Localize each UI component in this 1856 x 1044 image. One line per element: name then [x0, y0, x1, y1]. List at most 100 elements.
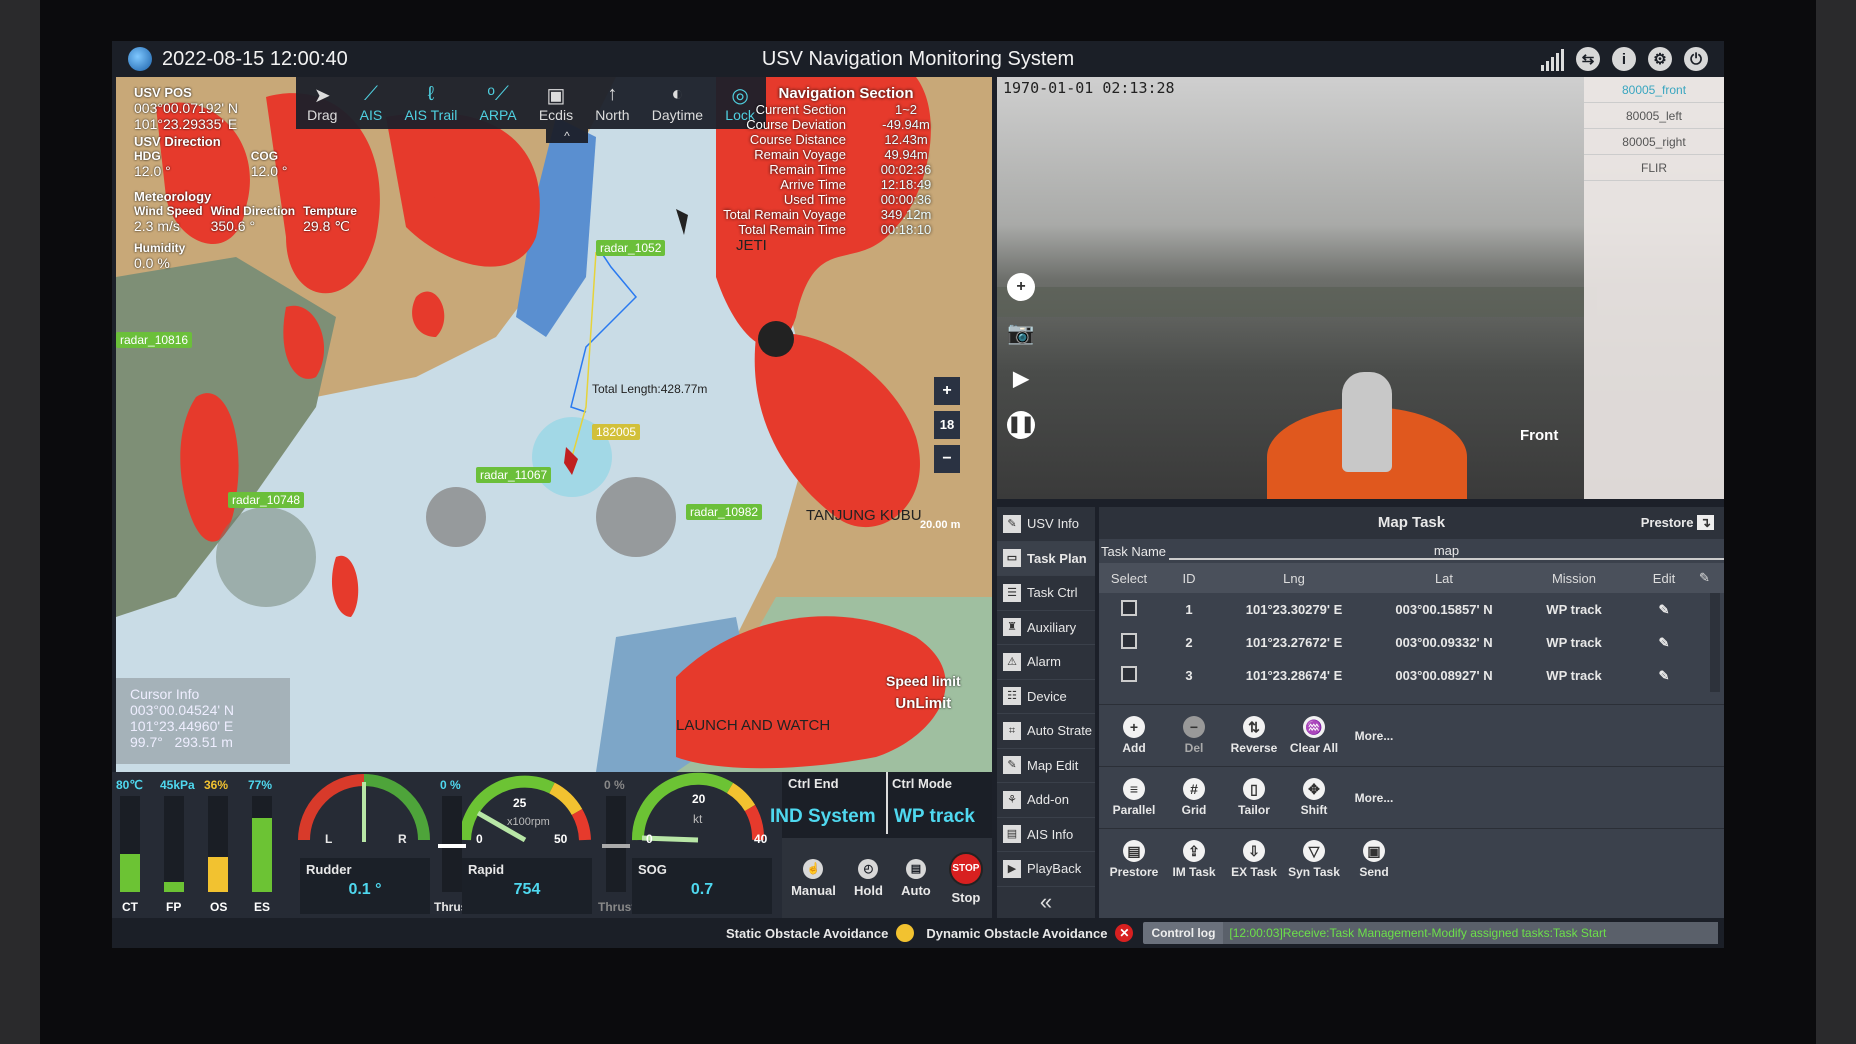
- table-scrollbar[interactable]: [1710, 593, 1720, 692]
- edit-row-icon[interactable]: ✎: [1629, 602, 1699, 618]
- camera-video[interactable]: 1970-01-01 02:13:28 Front + 📷 ▶ ❚❚ 80005…: [997, 77, 1724, 499]
- radar-target-label[interactable]: radar_1052: [596, 240, 666, 256]
- usv-ship-label[interactable]: 182005: [592, 424, 641, 440]
- tool-ecdis[interactable]: ▣ Ecdis: [539, 83, 573, 123]
- rapid-readout: Rapid 754: [462, 858, 592, 914]
- reverse-button[interactable]: ⇅ Reverse: [1227, 716, 1281, 755]
- nav-value: 349.12m: [880, 207, 932, 222]
- im-task-icon: ⇪: [1183, 840, 1205, 862]
- row-select-checkbox[interactable]: [1121, 633, 1137, 649]
- camera-item-flir[interactable]: FLIR: [1584, 155, 1724, 181]
- tailor-button[interactable]: ▯ Tailor: [1227, 778, 1281, 817]
- sidebar-item-add-on[interactable]: ⚘ Add-on: [997, 783, 1095, 818]
- send-button[interactable]: ▣ Send: [1347, 840, 1401, 879]
- nav-key: Remain Voyage: [754, 147, 846, 162]
- radar-target-label[interactable]: radar_10982: [686, 504, 763, 520]
- tool-ais[interactable]: ⟋ AIS: [360, 83, 383, 123]
- syn-task-button[interactable]: ▽ Syn Task: [1287, 840, 1341, 879]
- prestore-button[interactable]: ▤ Prestore: [1107, 840, 1161, 879]
- nav-key: Total Remain Time: [738, 222, 846, 237]
- tool-north[interactable]: ↑ North: [595, 83, 629, 123]
- pause-icon[interactable]: ❚❚: [1007, 411, 1035, 439]
- task-name-input[interactable]: map: [1169, 543, 1724, 560]
- more-button[interactable]: More...: [1347, 729, 1401, 743]
- shift-button[interactable]: ✥ Shift: [1287, 778, 1341, 817]
- sidebar-item-task-plan[interactable]: ▭ Task Plan: [997, 541, 1095, 576]
- power-icon[interactable]: ⏻: [1684, 47, 1708, 71]
- more-button[interactable]: More...: [1347, 791, 1401, 805]
- tool-arpa[interactable]: ᵒ⟋ ARPA: [480, 83, 517, 123]
- zoom-out-button[interactable]: −: [934, 445, 960, 473]
- row-select-checkbox[interactable]: [1121, 666, 1137, 682]
- thrust1-slider[interactable]: [438, 796, 466, 892]
- sidebar-item-usv-info[interactable]: ✎ USV Info: [997, 507, 1095, 542]
- prestore-icon: ↴: [1697, 515, 1714, 530]
- sidebar-item-task-ctrl[interactable]: ☰ Task Ctrl: [997, 576, 1095, 611]
- video-record-icon[interactable]: ▶: [1007, 365, 1035, 393]
- col-lng: Lng: [1283, 570, 1305, 586]
- sidebar-item-device[interactable]: ☷ Device: [997, 680, 1095, 714]
- ctrl-end-label: Ctrl End: [788, 776, 839, 791]
- wind-speed: 2.3 m/s: [134, 218, 180, 234]
- row-lng: 101°23.30279' E: [1245, 602, 1343, 617]
- stop-button[interactable]: STOP Stop: [948, 851, 983, 905]
- table-row: 3 101°23.28674' E 003°00.08927' N WP track ✎: [1099, 659, 1724, 692]
- camera-item-left[interactable]: 80005_left: [1584, 103, 1724, 129]
- auto-button[interactable]: ▤ Auto: [901, 858, 931, 898]
- info-icon[interactable]: i: [1612, 47, 1636, 71]
- im-task-button[interactable]: ⇪ IM Task: [1167, 840, 1221, 879]
- edit-row-icon[interactable]: ✎: [1629, 668, 1699, 684]
- parallel-button[interactable]: ≡ Parallel: [1107, 778, 1161, 817]
- sidebar-item-map-edit[interactable]: ✎ Map Edit: [997, 749, 1095, 783]
- static-avoidance-indicator-icon: [896, 924, 915, 942]
- video-view-label: Front: [1520, 427, 1559, 444]
- sidebar-item-label: Auxiliary: [1027, 619, 1077, 635]
- manual-label: Manual: [791, 882, 836, 898]
- zoom-in-button[interactable]: +: [934, 377, 960, 405]
- sidebar-item-auto-strate[interactable]: ⌗ Auto Strate: [997, 714, 1095, 749]
- side-menu: ✎ USV Info ▭ Task Plan ☰ Task Ctrl ♜ Auxiliary ⚠…: [997, 507, 1095, 918]
- manual-button[interactable]: ☝ Manual: [791, 858, 836, 898]
- row-select-checkbox[interactable]: [1121, 600, 1137, 616]
- dynamic-avoidance-label: Dynamic Obstacle Avoidance: [926, 925, 1108, 941]
- del-button[interactable]: − Del: [1167, 716, 1221, 755]
- edit-row-icon[interactable]: ✎: [1629, 635, 1699, 651]
- add-icon[interactable]: +: [1007, 273, 1035, 301]
- switch-icon[interactable]: ⇆: [1576, 47, 1600, 71]
- sidebar-item-auxiliary[interactable]: ♜ Auxiliary: [997, 611, 1095, 645]
- task-ctrl-icon: ☰: [1003, 583, 1021, 602]
- sidebar-item-playback[interactable]: ▶ PlayBack: [997, 852, 1095, 887]
- gear-icon[interactable]: ⚙: [1648, 47, 1672, 71]
- hold-label: Hold: [854, 882, 883, 898]
- camera-item-right[interactable]: 80005_right: [1584, 129, 1724, 155]
- thrust2-slider[interactable]: [602, 796, 630, 892]
- tool-ais-trail[interactable]: ℓ AIS Trail: [404, 83, 457, 123]
- tailor-label: Tailor: [1238, 803, 1270, 817]
- radar-target-label[interactable]: radar_10816: [116, 332, 193, 348]
- collapse-toolbar-chevron-icon[interactable]: ^: [546, 129, 588, 143]
- clear-all-icon: ♒: [1303, 716, 1325, 738]
- prestore-header-button[interactable]: Prestore ↴: [1641, 515, 1714, 531]
- grid-button[interactable]: # Grid: [1167, 778, 1221, 817]
- camera-snapshot-icon[interactable]: 📷: [1007, 319, 1035, 347]
- ex-task-button[interactable]: ⇩ EX Task: [1227, 840, 1281, 879]
- radar-target-label[interactable]: radar_10748: [228, 492, 305, 508]
- hold-button[interactable]: ◴ Hold: [854, 858, 883, 898]
- cursor-distance: 293.51 m: [174, 734, 233, 750]
- ctrl-mode-value: WP track: [894, 806, 975, 827]
- sidebar-item-ais-info[interactable]: ▤ AIS Info: [997, 818, 1095, 852]
- edit-all-icon[interactable]: ✎: [1699, 570, 1719, 586]
- collapse-chevrons-icon[interactable]: «: [997, 889, 1095, 915]
- row-lat: 003°00.15857' N: [1395, 602, 1493, 617]
- sidebar-item-alarm[interactable]: ⚠ Alarm: [997, 645, 1095, 680]
- add-button[interactable]: + Add: [1107, 716, 1161, 755]
- tool-drag[interactable]: ➤ Drag: [307, 83, 337, 123]
- radar-target-label[interactable]: radar_11067: [476, 467, 552, 483]
- nav-value: 00:00:36: [880, 192, 932, 207]
- tool-label: Drag: [307, 107, 338, 123]
- ctrl-end-value: IND System: [770, 806, 876, 827]
- row-mission: WP track: [1546, 668, 1602, 683]
- chart-map[interactable]: USV POS 003°00.07192' N 101°23.29335' E …: [116, 77, 992, 772]
- clear-all-button[interactable]: ♒ Clear All: [1287, 716, 1341, 755]
- camera-item-front[interactable]: 80005_front: [1584, 77, 1724, 103]
